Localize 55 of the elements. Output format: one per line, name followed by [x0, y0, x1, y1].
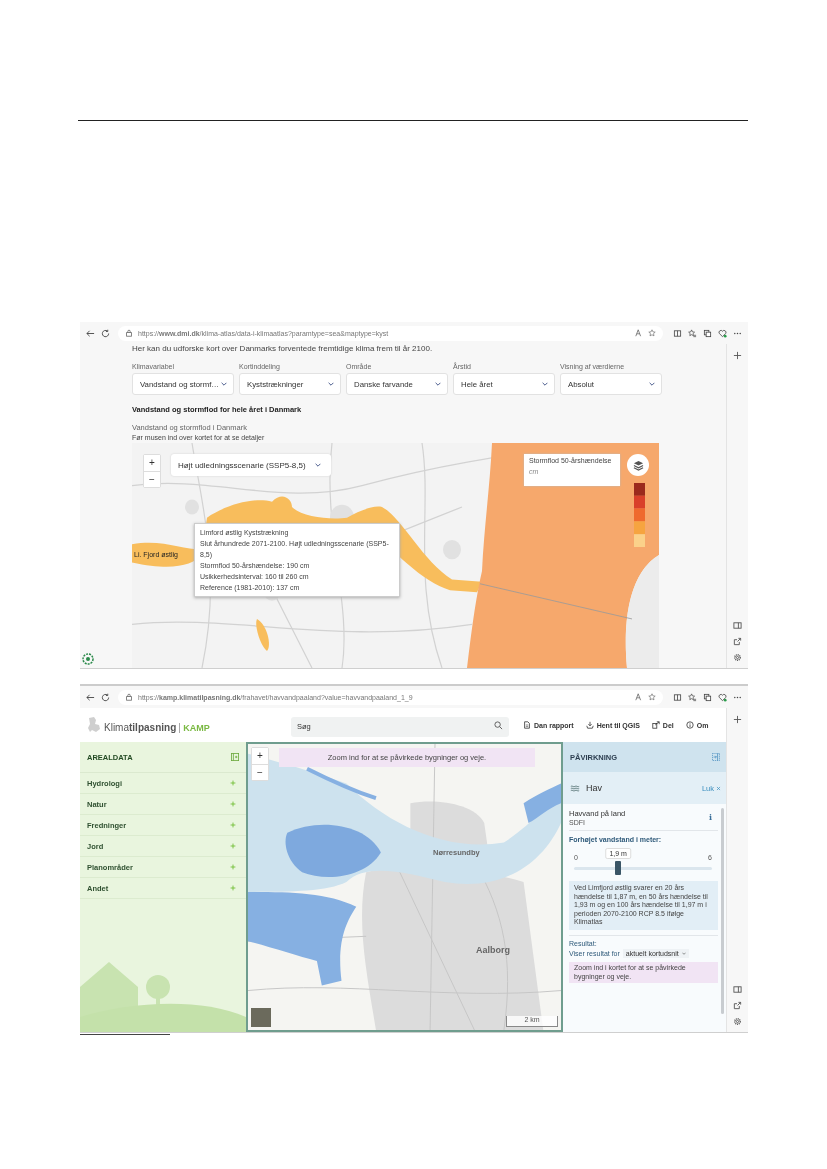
- document-icon: [523, 721, 531, 729]
- zoom-out-button[interactable]: −: [252, 764, 268, 780]
- info-button[interactable]: i: [708, 812, 712, 822]
- waves-icon: [570, 784, 580, 792]
- layers-icon: [632, 459, 644, 471]
- slider-thumb[interactable]: [615, 861, 622, 875]
- favorites-icon[interactable]: [688, 692, 697, 702]
- intro-text: Her kan du udforske kort over Danmarks forventede fremtidige klima frem til år 2100.: [132, 344, 434, 353]
- scenario-dropdown[interactable]: Højt udledningsscenarie (SSP5-8,5): [171, 454, 331, 476]
- read-aloud-icon[interactable]: [635, 329, 643, 337]
- sidebar-icon[interactable]: [733, 621, 742, 630]
- sidebar-icon[interactable]: [733, 985, 742, 994]
- zoom-out-button[interactable]: −: [144, 471, 160, 487]
- settings-icon[interactable]: [733, 1017, 742, 1026]
- back-icon[interactable]: [86, 692, 95, 702]
- split-screen-icon[interactable]: [673, 692, 682, 702]
- download-icon: [585, 721, 594, 729]
- split-screen-icon[interactable]: [673, 328, 682, 338]
- heart-icon[interactable]: [718, 328, 727, 338]
- scrollbar[interactable]: [721, 808, 724, 1014]
- chevron-icon: [314, 463, 321, 467]
- logo-text: Klimatilpasning: [104, 722, 177, 733]
- section-title: Hav: [586, 783, 602, 793]
- plus-icon[interactable]: [733, 351, 742, 360]
- logo-product: KAMP: [179, 723, 210, 733]
- external-link-icon[interactable]: [733, 637, 742, 646]
- chevron-icon: [435, 382, 441, 386]
- chevron-icon: [221, 382, 227, 386]
- search-icon: [494, 720, 503, 730]
- star-icon[interactable]: [648, 329, 656, 337]
- logo-icon: [82, 653, 94, 665]
- star-icon[interactable]: [648, 693, 656, 701]
- chevron-icon: [542, 382, 548, 386]
- close-icon: [716, 785, 721, 791]
- settings-icon[interactable]: [733, 653, 742, 662]
- share-icon: [651, 721, 660, 729]
- lock-icon: [125, 329, 133, 337]
- external-link-icon[interactable]: [733, 1001, 742, 1010]
- heart-icon[interactable]: [718, 692, 727, 702]
- place-label: Aalborg: [476, 945, 510, 955]
- chevron-icon: [649, 382, 655, 386]
- collections-icon[interactable]: [703, 692, 712, 702]
- reload-icon[interactable]: [101, 692, 110, 702]
- legend-color-bar: [634, 483, 645, 547]
- plus-icon[interactable]: [733, 715, 742, 724]
- lock-icon: [125, 693, 133, 701]
- denmark-map-icon: [87, 717, 101, 733]
- collections-icon[interactable]: [703, 328, 712, 338]
- info-icon: [685, 721, 694, 729]
- chevron-icon: [328, 382, 334, 386]
- read-aloud-icon[interactable]: [635, 693, 643, 701]
- reload-icon[interactable]: [101, 328, 110, 338]
- favorites-icon[interactable]: [688, 328, 697, 338]
- back-icon[interactable]: [86, 328, 95, 338]
- basemap-thumbnail[interactable]: [251, 1008, 271, 1027]
